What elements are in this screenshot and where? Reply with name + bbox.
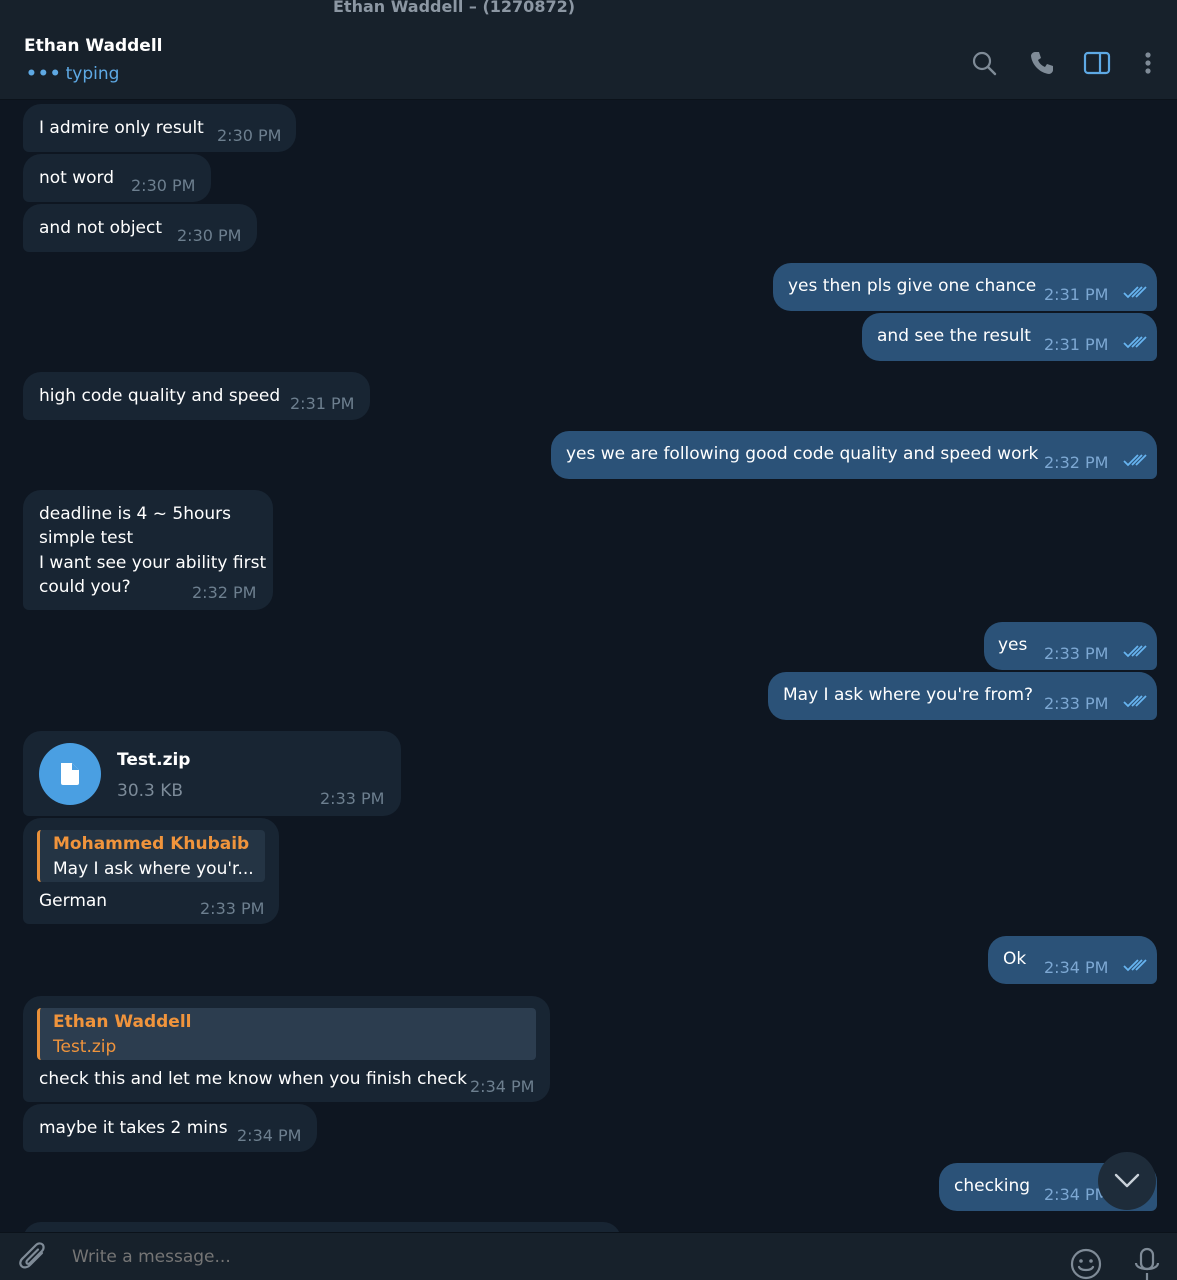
typing-dots: ••• [26,64,62,84]
message-text: high code quality and speed [39,386,281,406]
window-title: Ethan Waddell – (1270872) [333,0,576,16]
double-check-icon [1123,644,1149,658]
microphone-icon[interactable] [1132,1247,1162,1280]
double-check-icon [1123,285,1149,299]
message-incoming[interactable]: and not object 2:30 PM [23,204,257,252]
message-text: Ok [1003,949,1027,969]
phone-icon[interactable] [1027,48,1057,78]
message-outgoing[interactable]: May I ask where you're from? 2:33 PM [768,672,1157,720]
message-incoming[interactable]: maybe it takes 2 mins 2:34 PM [23,1104,317,1152]
message-time: 2:33 PM [320,789,385,808]
file-message[interactable]: Test.zip 30.3 KB 2:33 PM [23,731,401,816]
double-check-icon [1123,958,1149,972]
message-incoming[interactable]: deadline is 4 ~ 5hours simple test I wan… [23,490,273,610]
message-text: May I ask where you're from? [783,685,1034,705]
window-titlebar: Ethan Waddell – (1270872) [0,0,1177,22]
search-icon[interactable] [969,48,999,78]
message-time: 2:34 PM [1044,958,1109,977]
file-download-button[interactable] [39,743,101,805]
message-composer [0,1232,1177,1280]
message-text: and not object [39,218,163,238]
message-incoming[interactable]: Mohammed Khubaib May I ask where you'r..… [23,818,279,924]
document-icon [61,763,79,785]
message-text: not word [39,168,115,188]
double-check-icon [1123,335,1149,349]
message-text: I admire only result [39,118,204,138]
double-check-icon [1123,453,1149,467]
more-vertical-icon[interactable] [1133,48,1163,78]
message-time: 2:30 PM [131,176,196,195]
chevron-down-icon [1114,1173,1140,1188]
message-list[interactable]: I admire only result 2:30 PM not word 2:… [0,100,1177,1232]
message-time: 2:34 PM [470,1077,535,1096]
message-time: 2:33 PM [200,899,265,918]
chat-header: Ethan Waddell ••• typing [0,22,1177,100]
message-time: 2:32 PM [1044,453,1109,472]
message-line: simple test [39,528,134,548]
message-text: yes then pls give one chance [788,276,1037,296]
typing-label: typing [65,64,120,84]
message-time: 2:31 PM [1044,335,1109,354]
message-line: I want see your ability first [39,553,267,573]
message-incoming[interactable]: I admire only result 2:30 PM [23,104,296,152]
sidebar-toggle-icon[interactable] [1082,48,1112,78]
message-text: German [39,891,108,911]
message-text: yes we are following good code quality a… [566,444,1039,464]
contact-name[interactable]: Ethan Waddell [24,36,162,56]
reply-author: Ethan Waddell [53,1012,192,1032]
emoji-icon[interactable] [1069,1247,1103,1280]
message-text: checking [954,1176,1031,1196]
message-time: 2:30 PM [177,226,242,245]
message-incoming[interactable]: Ethan Waddell Test.zip check this and le… [23,996,550,1102]
attach-icon[interactable] [18,1241,50,1279]
reply-quote[interactable]: Mohammed Khubaib May I ask where you'r..… [37,830,265,882]
message-text: yes [998,635,1028,655]
typing-status: ••• typing [26,64,119,84]
message-outgoing[interactable]: and see the result 2:31 PM [862,313,1157,361]
message-line: could you? [39,577,131,597]
message-outgoing[interactable]: yes then pls give one chance 2:31 PM [773,263,1157,311]
message-time: 2:32 PM [192,583,257,602]
message-incoming[interactable]: not word 2:30 PM [23,154,211,202]
file-size: 30.3 KB [117,781,184,801]
message-text: and see the result [877,326,1031,346]
scroll-to-bottom-button[interactable] [1098,1152,1156,1210]
double-check-icon [1123,694,1149,708]
message-text: check this and let me know when you fini… [39,1069,467,1089]
message-text: maybe it takes 2 mins [39,1118,228,1138]
message-line: deadline is 4 ~ 5hours [39,504,232,524]
message-outgoing[interactable]: Ok 2:34 PM [988,936,1157,984]
file-name: Test.zip [117,750,191,770]
message-incoming[interactable] [23,1222,621,1232]
message-input[interactable] [72,1241,972,1273]
message-time: 2:34 PM [237,1126,302,1145]
message-time: 2:33 PM [1044,644,1109,663]
message-time: 2:30 PM [217,126,282,145]
reply-author: Mohammed Khubaib [53,834,250,854]
message-time: 2:33 PM [1044,694,1109,713]
message-outgoing[interactable]: yes 2:33 PM [984,622,1157,670]
message-time: 2:31 PM [1044,285,1109,304]
message-outgoing[interactable]: yes we are following good code quality a… [551,431,1157,479]
reply-text: Test.zip [53,1037,117,1057]
message-time: 2:31 PM [290,394,355,413]
message-incoming[interactable]: high code quality and speed 2:31 PM [23,372,370,420]
reply-quote[interactable]: Ethan Waddell Test.zip [37,1008,536,1060]
reply-text: May I ask where you'r... [53,859,254,879]
